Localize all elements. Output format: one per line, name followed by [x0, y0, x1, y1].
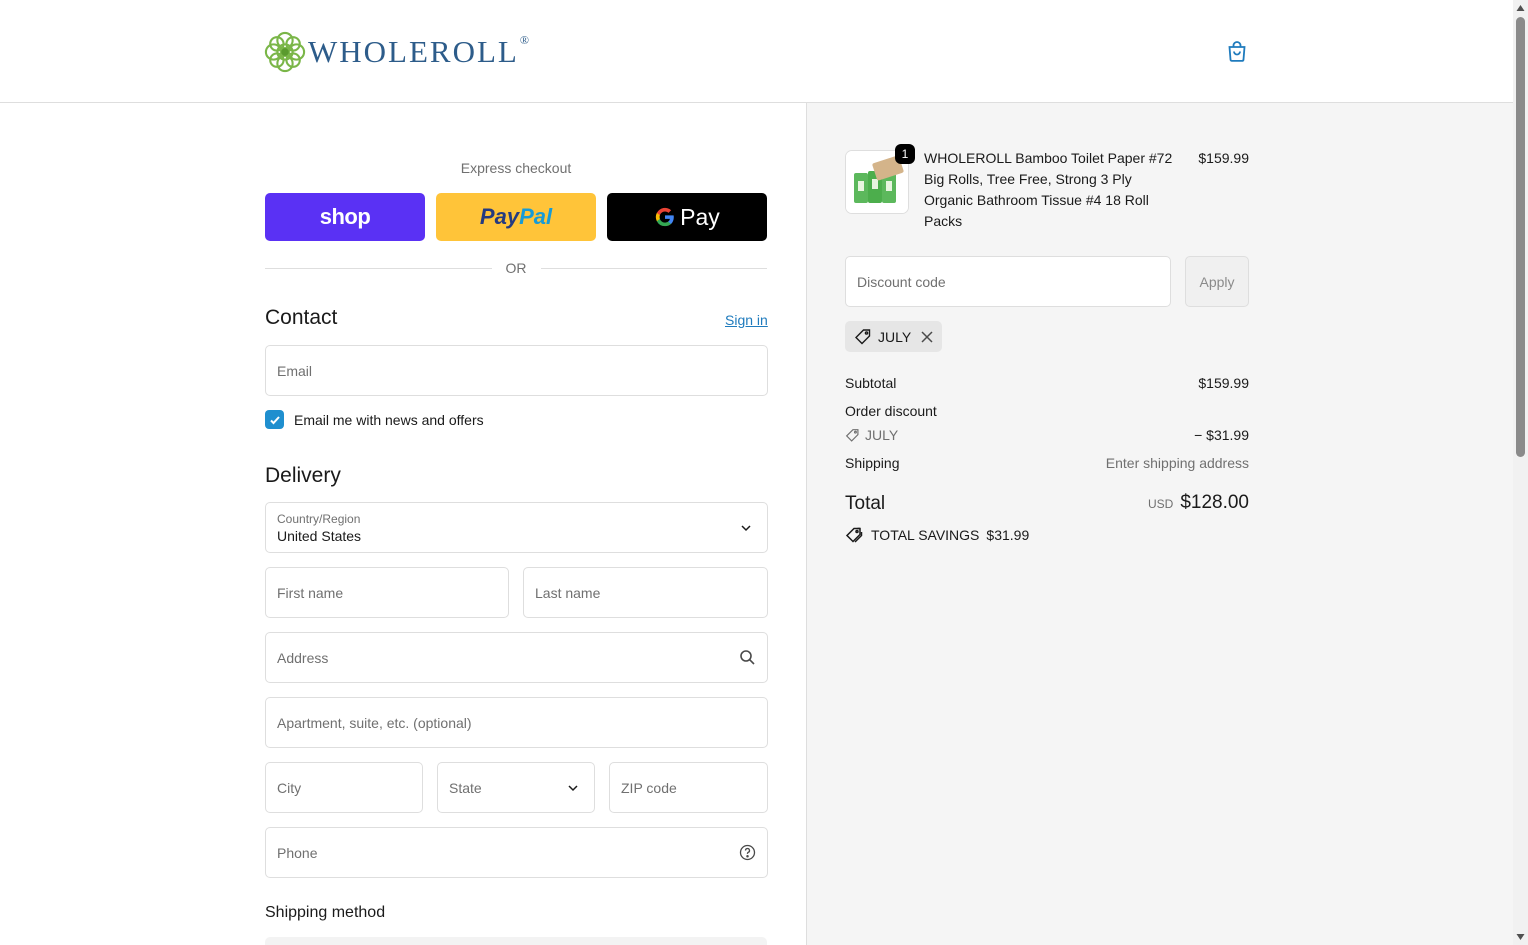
- discount-code-placeholder: Discount code: [857, 273, 946, 290]
- search-icon: [740, 650, 755, 665]
- delivery-heading: Delivery: [265, 464, 341, 487]
- total-savings-row: TOTAL SAVINGS $31.99: [845, 526, 1029, 544]
- subtotal-value: $159.99: [1198, 375, 1249, 391]
- help-circle-icon[interactable]: [739, 844, 756, 861]
- state-placeholder: State: [449, 779, 482, 796]
- shipping-value: Enter shipping address: [1105, 455, 1249, 471]
- total-currency: USD: [1147, 497, 1174, 511]
- total-savings-value: $31.99: [986, 527, 1030, 543]
- shop-pay-label: shop: [319, 204, 371, 229]
- discount-detail-code: JULY: [865, 427, 899, 443]
- total-amount: $128.00: [1180, 492, 1249, 513]
- close-icon: [921, 330, 933, 343]
- contact-heading: Contact: [265, 306, 338, 329]
- checkmark-icon: [269, 415, 280, 424]
- scroll-down-arrow-icon[interactable]: [1516, 933, 1525, 941]
- last-name-field[interactable]: Last name: [523, 567, 768, 618]
- newsletter-checkbox-row[interactable]: Email me with news and offers: [265, 410, 484, 429]
- or-divider: OR: [265, 259, 767, 277]
- divider-line: [265, 267, 492, 269]
- newsletter-label: Email me with news and offers: [294, 411, 484, 428]
- sign-in-link[interactable]: Sign in: [725, 312, 768, 328]
- chevron-down-icon: [568, 784, 578, 791]
- tag-icon: [855, 328, 871, 344]
- last-name-placeholder: Last name: [535, 584, 601, 601]
- city-field[interactable]: City: [265, 762, 423, 813]
- discount-detail: JULY: [845, 427, 898, 443]
- product-name: WHOLEROLL Bamboo Toilet Paper #72 Big Ro…: [924, 150, 1173, 229]
- shopping-bag-icon[interactable]: [1225, 39, 1249, 63]
- product-price: $159.99: [1198, 150, 1249, 166]
- order-discount-label: Order discount: [845, 403, 937, 419]
- discount-code-input[interactable]: Discount code: [845, 256, 1171, 307]
- phone-placeholder: Phone: [277, 844, 318, 861]
- apartment-placeholder: Apartment, suite, etc. (optional): [277, 714, 472, 731]
- shipping-row: Shipping Enter shipping address: [845, 455, 1249, 471]
- email-placeholder: Email: [277, 362, 313, 379]
- tags-icon: [845, 527, 863, 543]
- divider-line: [540, 267, 767, 269]
- registered-mark: ®: [519, 32, 529, 47]
- remove-discount-button[interactable]: [921, 330, 933, 343]
- chevron-down-icon: [741, 524, 751, 531]
- email-field[interactable]: Email: [265, 345, 768, 396]
- first-name-field[interactable]: First name: [265, 567, 509, 618]
- quantity-badge: 1: [895, 144, 915, 164]
- express-checkout-label: Express checkout: [460, 160, 572, 176]
- total-value: USD $128.00: [1148, 492, 1249, 514]
- state-select[interactable]: State: [437, 762, 595, 813]
- shipping-method-heading: Shipping method: [265, 904, 386, 921]
- google-g-icon: [656, 207, 674, 227]
- or-text: OR: [505, 260, 527, 276]
- brand-name: WHOLEROLL: [308, 34, 519, 69]
- google-pay-label: Pay: [680, 203, 720, 230]
- discount-amount: − $31.99: [1194, 427, 1249, 443]
- scroll-up-arrow-icon[interactable]: [1516, 4, 1525, 12]
- address-placeholder: Address: [277, 649, 329, 666]
- country-select[interactable]: Country/Region United States: [265, 502, 768, 553]
- brand-logo[interactable]: WHOLEROLL ®: [264, 30, 529, 74]
- total-savings-label: TOTAL SAVINGS: [871, 527, 980, 543]
- checkout-header: WHOLEROLL ®: [0, 0, 1513, 103]
- apartment-field[interactable]: Apartment, suite, etc. (optional): [265, 697, 768, 748]
- flower-logo-icon: [264, 31, 306, 73]
- subtotal-row: Subtotal $159.99: [845, 375, 1249, 391]
- country-value: United States: [277, 527, 362, 544]
- order-discount-row: Order discount: [845, 403, 1249, 419]
- paypal-label-pay: Pay: [479, 204, 520, 229]
- shipping-method-box: [265, 937, 767, 945]
- newsletter-checkbox[interactable]: [265, 410, 284, 429]
- paypal-button[interactable]: Pay Pal: [436, 193, 596, 241]
- shop-pay-button[interactable]: shop: [265, 193, 425, 241]
- tag-icon: [845, 428, 859, 442]
- paypal-label-pal: Pal: [519, 204, 553, 229]
- address-field[interactable]: Address: [265, 632, 768, 683]
- apply-discount-button[interactable]: Apply: [1185, 256, 1249, 307]
- zip-code-field[interactable]: ZIP code: [609, 762, 768, 813]
- first-name-placeholder: First name: [277, 584, 344, 601]
- shipping-label: Shipping: [845, 455, 900, 471]
- google-pay-button[interactable]: Pay: [607, 193, 767, 241]
- page-scrollbar[interactable]: [1513, 0, 1528, 945]
- subtotal-label: Subtotal: [845, 375, 897, 391]
- zip-code-placeholder: ZIP code: [621, 779, 677, 796]
- total-label: Total: [845, 493, 886, 514]
- scrollbar-thumb[interactable]: [1516, 17, 1525, 457]
- city-placeholder: City: [277, 779, 302, 796]
- phone-field[interactable]: Phone: [265, 827, 768, 878]
- country-label: Country/Region: [277, 511, 361, 526]
- applied-discount-chip: JULY: [845, 321, 943, 352]
- discount-detail-row: JULY − $31.99: [845, 427, 1249, 443]
- applied-discount-code: JULY: [878, 328, 912, 345]
